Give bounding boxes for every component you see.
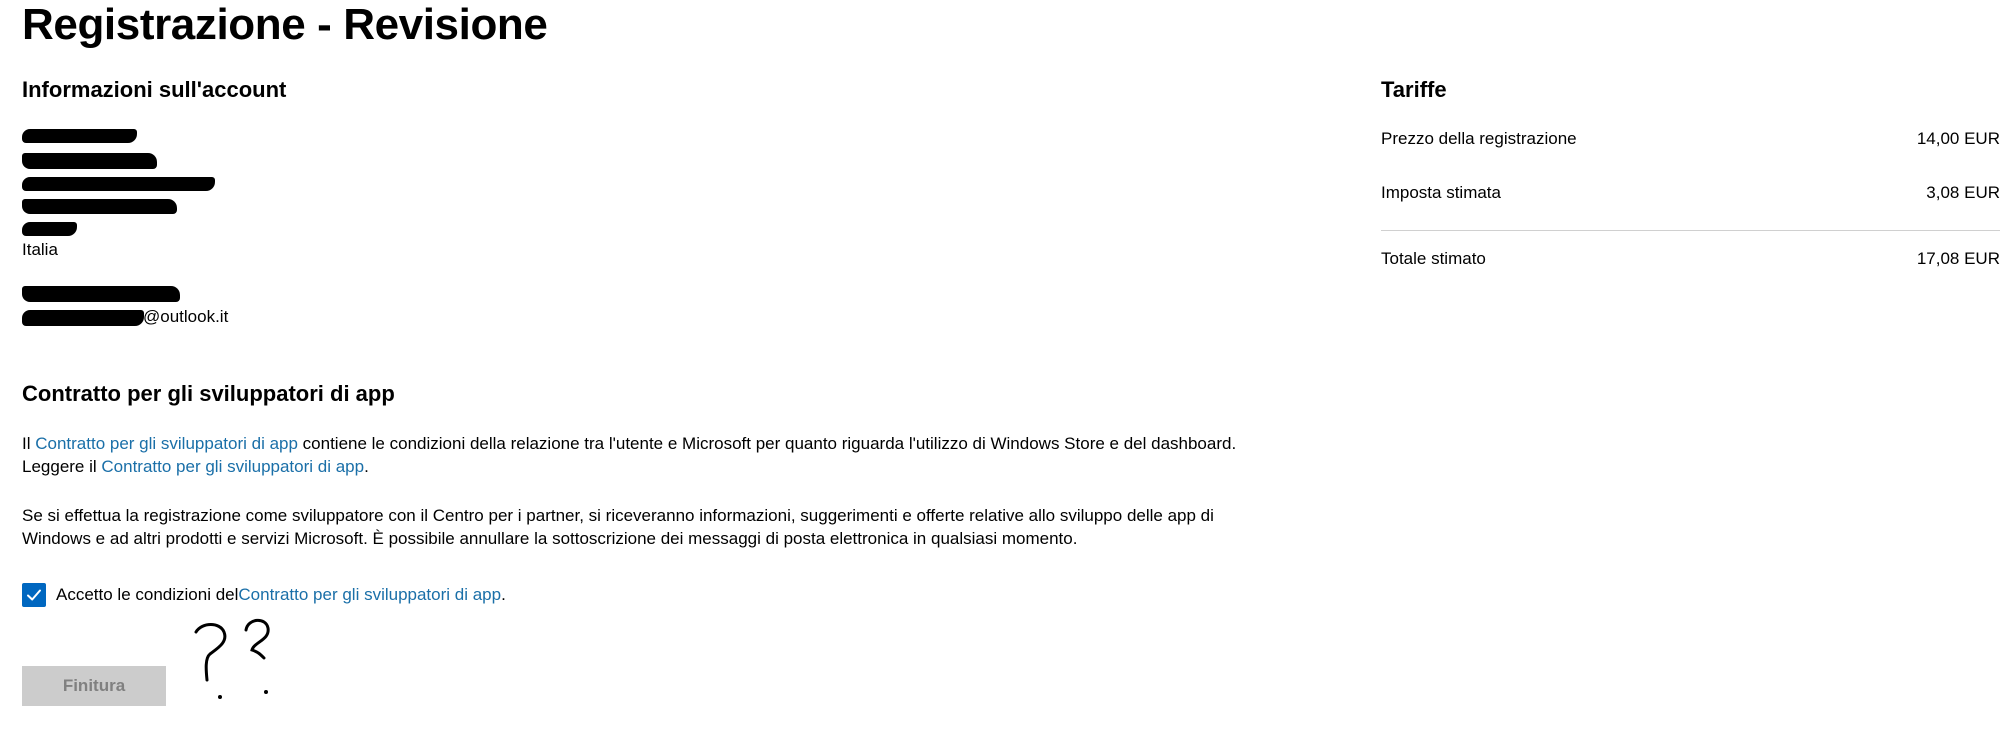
account-info-heading: Informazioni sull'account — [22, 77, 287, 102]
email-domain: @outlook.it — [143, 307, 229, 326]
agreement-text-prefix: Il — [22, 434, 36, 453]
checkmark-icon — [27, 589, 41, 601]
fee-value: 14,00 EUR — [1916, 129, 2000, 148]
account-country: Italia — [22, 240, 58, 259]
redacted-address-line-2 — [22, 177, 215, 191]
total-label: Totale stimato — [1381, 249, 1486, 268]
redacted-city — [22, 199, 177, 214]
agreement-paragraph-1-line-1: Il Contratto per gli sviluppatori di app… — [22, 432, 1236, 455]
redacted-phone — [22, 286, 180, 302]
agreement-text-suffix: contiene le condizioni della relazione t… — [297, 434, 1237, 453]
read-agreement-prefix: Leggere il — [22, 457, 102, 476]
fees-divider — [1381, 230, 2000, 231]
agreement-paragraph-1-line-2: Leggere il Contratto per gli sviluppator… — [22, 455, 1236, 478]
finish-button[interactable]: Finitura — [22, 666, 166, 706]
agreement-paragraph-2-line-2: Windows e ad altri prodotti e servizi Mi… — [22, 529, 1078, 548]
redacted-address-line-1 — [22, 153, 157, 169]
accept-terms-suffix: . — [501, 585, 506, 604]
read-agreement-suffix: . — [364, 457, 369, 476]
accept-terms-link[interactable]: Contratto per gli sviluppatori di app — [238, 585, 501, 605]
total-value: 17,08 EUR — [1916, 249, 2000, 268]
fee-value: 3,08 EUR — [1926, 183, 2000, 202]
agreement-paragraph-1: Il Contratto per gli sviluppatori di app… — [22, 432, 1236, 478]
accept-terms-row: Accetto le condizioni del Contratto per … — [22, 582, 506, 608]
registration-review-page: Registrazione - Revisione Informazioni s… — [0, 0, 2000, 734]
fee-row-total: Totale stimato 17,08 EUR — [1381, 248, 2000, 270]
handwritten-question-marks — [194, 618, 270, 699]
page-title: Registrazione - Revisione — [22, 0, 548, 49]
agreement-link[interactable]: Contratto per gli sviluppatori di app — [35, 434, 298, 453]
agreement-heading: Contratto per gli sviluppatori di app — [22, 381, 395, 406]
redacted-postal-code — [22, 222, 77, 236]
agreement-paragraph-2-line-1: Se si effettua la registrazione come svi… — [22, 506, 1214, 525]
agreement-paragraph-2: Se si effettua la registrazione come svi… — [22, 504, 1214, 550]
redacted-name — [22, 129, 137, 143]
redacted-email-user — [22, 310, 144, 326]
fee-row-tax: Imposta stimata 3,08 EUR — [1381, 182, 2000, 204]
accept-terms-checkbox[interactable] — [22, 583, 46, 607]
fee-label: Imposta stimata — [1381, 183, 1501, 202]
fee-label: Prezzo della registrazione — [1381, 129, 1577, 148]
fees-heading: Tariffe — [1381, 77, 1447, 102]
read-agreement-link[interactable]: Contratto per gli sviluppatori di app — [101, 457, 364, 476]
fee-row-registration: Prezzo della registrazione 14,00 EUR — [1381, 128, 2000, 150]
accept-terms-prefix: Accetto le condizioni del — [56, 585, 239, 604]
